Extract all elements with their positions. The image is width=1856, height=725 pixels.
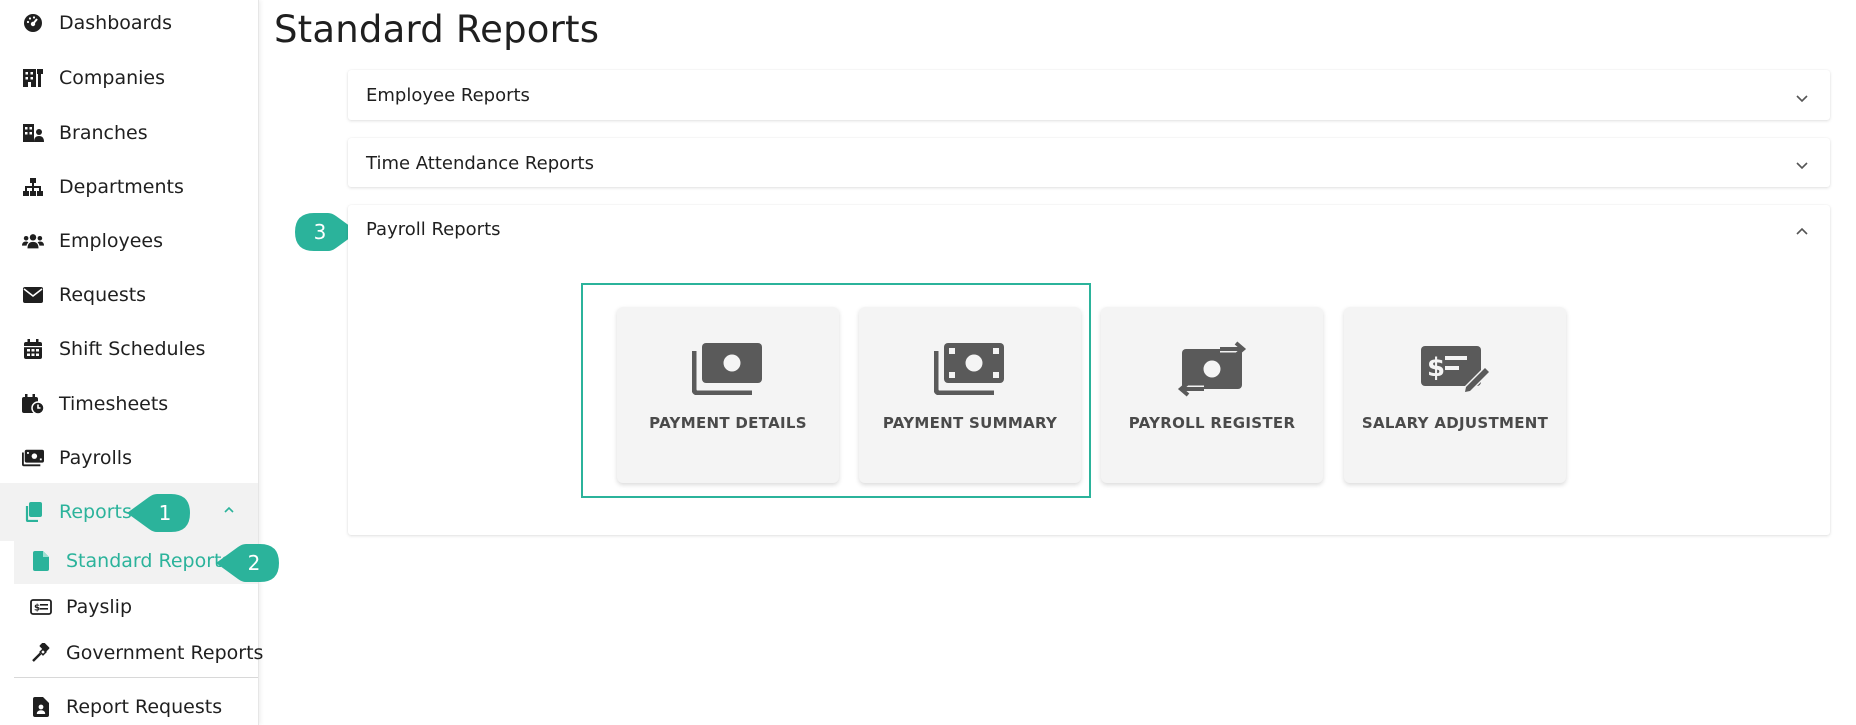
money-check-pen-icon: $	[1418, 339, 1492, 399]
app-window: Dashboards Companies Branches Department…	[0, 0, 1856, 725]
sidebar-item-employees[interactable]: Employees	[0, 214, 258, 268]
file-icon	[30, 550, 52, 572]
tile-label: PAYMENT SUMMARY	[882, 414, 1058, 432]
money-bill-wave-icon	[691, 339, 765, 399]
sidebar-item-report-requests[interactable]: Report Requests	[14, 684, 258, 725]
calendar-clock-icon	[22, 393, 44, 415]
sidebar-item-label: Dashboards	[59, 12, 172, 34]
tile-payment-summary[interactable]: PAYMENT SUMMARY	[859, 307, 1081, 483]
users-icon	[22, 230, 44, 252]
callout-marker-1: 1	[127, 493, 191, 533]
page-title: Standard Reports	[274, 8, 600, 51]
sidebar-subitem-payslip[interactable]: $ Payslip	[14, 584, 258, 630]
tile-label: PAYMENT DETAILS	[649, 414, 807, 432]
sidebar-divider	[14, 677, 258, 678]
sidebar-item-label: Companies	[59, 67, 166, 89]
accordion-employee-reports[interactable]: Employee Reports	[348, 70, 1830, 120]
file-user-icon	[30, 696, 52, 718]
envelope-icon	[22, 284, 44, 306]
sidebar-item-label: Payrolls	[59, 447, 132, 469]
chevron-up-icon[interactable]	[222, 503, 236, 517]
sidebar-subitem-label: Standard Reports	[66, 550, 232, 572]
sidebar-item-label: Shift Schedules	[59, 338, 206, 360]
sidebar-item-label: Employees	[59, 230, 163, 252]
money-bill-transfer-icon	[1175, 339, 1249, 399]
chevron-down-icon	[1796, 162, 1808, 170]
sidebar-item-requests[interactable]: Requests	[0, 268, 258, 322]
sidebar: Dashboards Companies Branches Department…	[0, 0, 263, 725]
sidebar-item-payrolls[interactable]: Payrolls	[0, 431, 258, 485]
svg-text:$: $	[1427, 353, 1445, 383]
tile-salary-adjustment[interactable]: $ SALARY ADJUSTMENT	[1344, 307, 1566, 483]
tile-payment-details[interactable]: PAYMENT DETAILS	[617, 307, 839, 483]
sidebar-item-label: Reports	[59, 501, 132, 523]
accordion-header-label: Employee Reports	[366, 85, 530, 106]
accordion-time-attendance-reports[interactable]: Time Attendance Reports	[348, 138, 1830, 187]
tile-label: SALARY ADJUSTMENT	[1361, 414, 1549, 432]
sitemap-icon	[22, 176, 44, 198]
chevron-down-icon	[1796, 95, 1808, 103]
tile-payroll-register[interactable]: PAYROLL REGISTER	[1101, 307, 1323, 483]
callout-marker-2: 2	[216, 543, 280, 583]
sidebar-item-dashboards[interactable]: Dashboards	[0, 0, 258, 50]
sidebar-item-companies[interactable]: Companies	[0, 51, 258, 105]
sidebar-subitem-government-reports[interactable]: Government Reports	[14, 630, 263, 676]
sidebar-item-timesheets[interactable]: Timesheets	[0, 377, 258, 431]
sidebar-item-label: Timesheets	[59, 393, 169, 415]
sidebar-subitem-label: Report Requests	[66, 696, 223, 718]
sidebar-item-shift-schedules[interactable]: Shift Schedules	[0, 322, 258, 376]
chevron-up-icon	[1796, 227, 1808, 235]
sidebar-subitem-label: Payslip	[66, 596, 133, 618]
svg-text:$: $	[34, 604, 40, 614]
sidebar-item-branches[interactable]: Branches	[0, 106, 258, 160]
copy-icon	[22, 501, 44, 523]
sidebar-subitem-label: Government Reports	[66, 642, 264, 664]
tile-label: PAYROLL REGISTER	[1128, 414, 1296, 432]
sidebar-item-label: Branches	[59, 122, 148, 144]
gavel-icon	[30, 642, 52, 664]
accordion-header-label: Time Attendance Reports	[366, 153, 594, 174]
building-icon	[22, 67, 44, 89]
sidebar-item-label: Requests	[59, 284, 147, 306]
money-bill-icon	[22, 447, 44, 469]
tachometer-icon	[22, 12, 44, 34]
money-bills-icon	[933, 339, 1007, 399]
money-check-icon: $	[30, 596, 52, 618]
branch-building-icon	[22, 122, 44, 144]
calendar-icon	[22, 338, 44, 360]
sidebar-item-label: Departments	[59, 176, 184, 198]
accordion-header-label: Payroll Reports	[366, 219, 501, 240]
sidebar-item-departments[interactable]: Departments	[0, 160, 258, 214]
